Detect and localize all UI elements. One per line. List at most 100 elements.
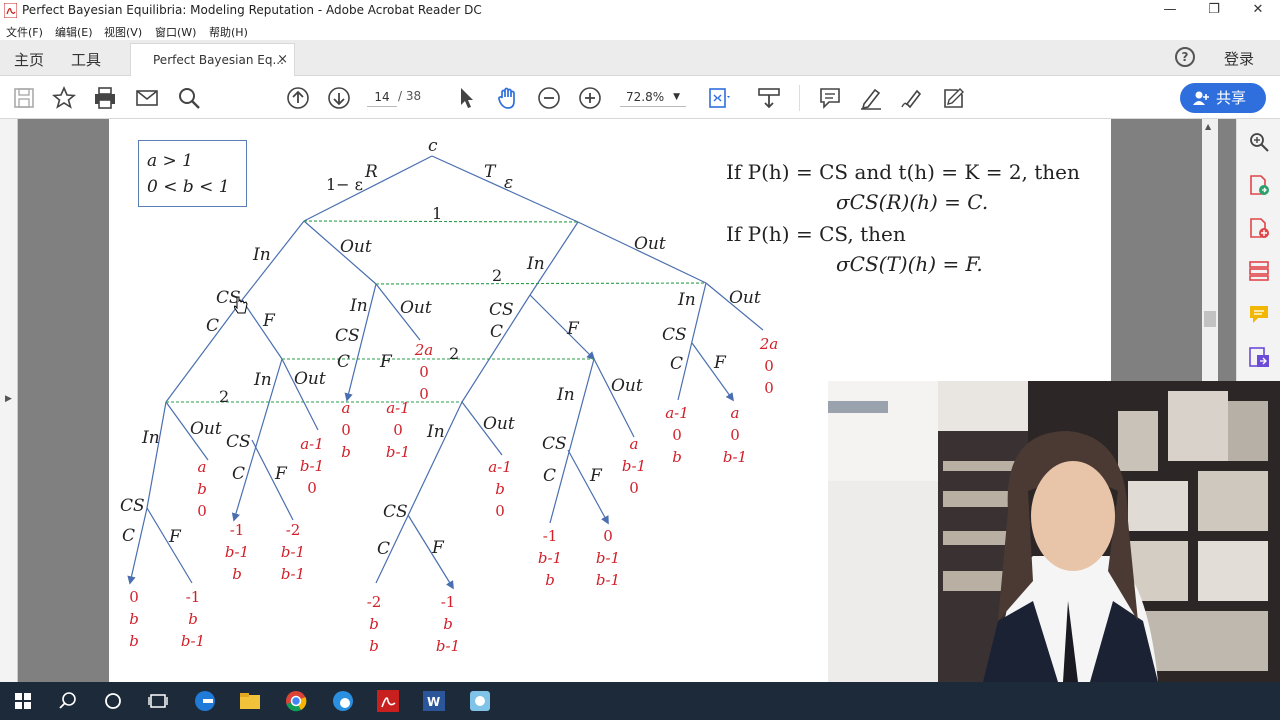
payoff-value: -1 bbox=[440, 593, 456, 611]
cs-label: CS bbox=[383, 502, 408, 522]
payoff-value: b-1 bbox=[224, 543, 250, 561]
payoff-value: -1 bbox=[185, 588, 201, 606]
action-out-label: Out bbox=[634, 234, 666, 254]
payoff-value: a bbox=[629, 435, 639, 453]
payoff-value: 0 bbox=[341, 421, 351, 439]
action-C-label: C bbox=[206, 316, 220, 336]
taskbar: W bbox=[0, 682, 1280, 720]
info-set-label-2c: 2 bbox=[219, 387, 230, 406]
payoff-value: -2 bbox=[285, 521, 301, 539]
rule2-line2: σCS(T)(h) = F. bbox=[836, 252, 983, 276]
windows-start-icon[interactable] bbox=[10, 688, 36, 714]
payoff-value: b bbox=[341, 443, 351, 461]
payoff-value: b-1 bbox=[435, 637, 461, 655]
edge-out bbox=[593, 358, 635, 438]
edge-F bbox=[241, 299, 283, 360]
cs-label: CS bbox=[120, 496, 145, 516]
payoff-vector: a-1 0 b bbox=[657, 402, 697, 468]
action-F-label: F bbox=[714, 353, 726, 373]
action-C-label: C bbox=[232, 464, 246, 484]
mouse-cursor-icon bbox=[234, 296, 248, 314]
payoff-value: b-1 bbox=[385, 443, 411, 461]
edge-alt-icon[interactable] bbox=[330, 688, 356, 714]
action-F-label: F bbox=[263, 311, 275, 331]
payoff-vector: 0 bb bbox=[114, 586, 154, 652]
payoff-value: b bbox=[495, 480, 505, 498]
edge-icon[interactable] bbox=[192, 688, 218, 714]
payoff-vector: 2a 0 0 bbox=[749, 333, 789, 399]
task-view-icon[interactable] bbox=[145, 688, 171, 714]
edge-in bbox=[241, 220, 305, 301]
condition-a: a > 1 bbox=[147, 151, 194, 171]
payoff-value: b-1 bbox=[595, 549, 621, 567]
info-set-label-1: 1 bbox=[432, 204, 443, 223]
payoff-vector: a b-1 0 bbox=[614, 433, 654, 499]
payoff-value: a bbox=[730, 404, 740, 422]
cs-label: CS bbox=[489, 300, 514, 320]
payoff-value: b-1 bbox=[621, 457, 647, 475]
action-R-label: R bbox=[365, 162, 378, 182]
payoff-value: b bbox=[545, 571, 555, 589]
cs-label: CS bbox=[335, 326, 360, 346]
prob-right-label: ε bbox=[504, 173, 514, 193]
payoff-vector: a-1 b 0 bbox=[480, 456, 520, 522]
payoff-value: b bbox=[197, 480, 207, 498]
action-C-label: C bbox=[543, 466, 557, 486]
payoff-value: 2a bbox=[414, 341, 434, 359]
rule1-line1: If P(h) = CS and t(h) = K = 2, then bbox=[726, 160, 1080, 184]
payoff-vector: -2 b-1 b-1 bbox=[273, 519, 313, 585]
action-in-label: In bbox=[254, 370, 272, 390]
cortana-icon[interactable] bbox=[100, 688, 126, 714]
payoff-value: 0 bbox=[764, 379, 774, 397]
condition-b: 0 < b < 1 bbox=[147, 177, 230, 197]
action-out-label: Out bbox=[729, 288, 761, 308]
action-F-label: F bbox=[380, 352, 392, 372]
edge-F bbox=[529, 294, 596, 361]
payoff-value: b-1 bbox=[722, 448, 748, 466]
payoff-value: 0 bbox=[603, 527, 613, 545]
action-T-label: T bbox=[484, 162, 496, 182]
payoff-value: 0 bbox=[495, 502, 505, 520]
action-out-label: Out bbox=[190, 419, 222, 439]
root-node-label: c bbox=[428, 136, 438, 156]
payoff-value: 0 bbox=[672, 426, 682, 444]
search-icon[interactable] bbox=[55, 688, 81, 714]
payoff-value: -1 bbox=[229, 521, 245, 539]
action-out-label: Out bbox=[611, 376, 643, 396]
payoff-value: a bbox=[197, 458, 207, 476]
rules-text: If P(h) = CS and t(h) = K = 2, then σCS(… bbox=[726, 160, 1096, 280]
payoff-vector: ab 0 bbox=[182, 456, 222, 522]
payoff-vector: -1 b b-1 bbox=[173, 586, 213, 652]
payoff-vector: 0 b-1 b-1 bbox=[588, 525, 628, 591]
action-F-label: F bbox=[432, 538, 444, 558]
payoff-value: a-1 bbox=[488, 458, 512, 476]
action-in-label: In bbox=[678, 290, 696, 310]
payoff-value: 0 bbox=[419, 363, 429, 381]
payoff-value: b bbox=[232, 565, 242, 583]
action-out-label: Out bbox=[400, 298, 432, 318]
edge-C bbox=[165, 299, 243, 403]
action-F-label: F bbox=[169, 527, 181, 547]
payoff-vector: 2a 0 0 bbox=[404, 339, 444, 405]
rule2-line1: If P(h) = CS, then bbox=[726, 222, 906, 246]
payoff-value: b bbox=[443, 615, 453, 633]
edge-F bbox=[567, 449, 609, 525]
payoff-vector: -1 b-1 b bbox=[530, 525, 570, 591]
acrobat-icon[interactable] bbox=[375, 688, 401, 714]
edge-F bbox=[691, 342, 734, 402]
payoff-value: b-1 bbox=[280, 543, 306, 561]
action-C-label: C bbox=[122, 526, 136, 546]
action-F-label: F bbox=[567, 319, 579, 339]
chrome-icon[interactable] bbox=[283, 688, 309, 714]
app-icon[interactable] bbox=[467, 688, 493, 714]
info-set-label-2a: 2 bbox=[492, 266, 503, 285]
edge-F bbox=[407, 514, 454, 590]
payoff-value: 0 bbox=[197, 502, 207, 520]
word-icon[interactable]: W bbox=[421, 688, 447, 714]
cs-label: CS bbox=[662, 325, 687, 345]
action-in-label: In bbox=[253, 245, 271, 265]
action-C-label: C bbox=[337, 352, 351, 372]
file-explorer-icon[interactable] bbox=[237, 688, 263, 714]
conditions-box: a > 1 0 < b < 1 bbox=[138, 140, 247, 207]
payoff-vector: a 0 b bbox=[326, 397, 366, 463]
